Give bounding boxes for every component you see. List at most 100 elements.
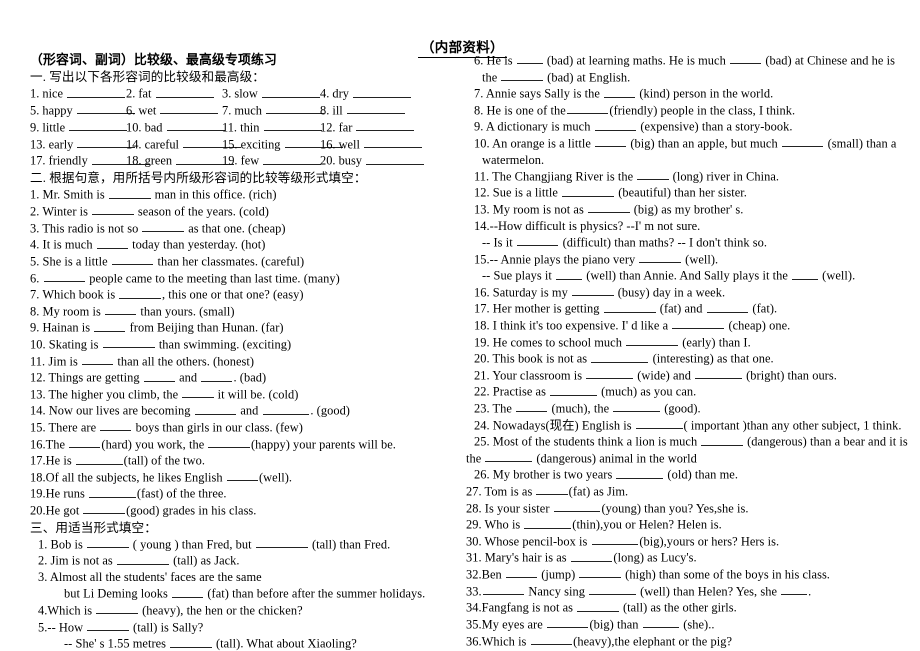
answer-blank[interactable]: [639, 251, 682, 263]
answer-blank[interactable]: [642, 616, 680, 629]
answer-blank[interactable]: [530, 633, 573, 645]
answer-blank[interactable]: [94, 319, 126, 332]
answer-blank[interactable]: [781, 583, 808, 596]
answer-blank[interactable]: [67, 85, 126, 98]
answer-blank[interactable]: [482, 583, 525, 596]
answer-blank[interactable]: [616, 466, 664, 479]
answer-blank[interactable]: [96, 602, 138, 615]
answer-blank[interactable]: [166, 119, 225, 132]
question-line: 11. The Changjiang River is the (long) r…: [474, 168, 780, 184]
answer-blank[interactable]: [562, 184, 615, 197]
answer-blank[interactable]: [570, 549, 613, 562]
answer-blank[interactable]: [116, 552, 169, 565]
answer-blank[interactable]: [516, 234, 559, 247]
answer-blank[interactable]: [346, 102, 405, 115]
answer-blank[interactable]: [226, 469, 258, 482]
answer-blank[interactable]: [591, 350, 649, 363]
answer-blank[interactable]: [143, 369, 175, 382]
answer-blank[interactable]: [255, 536, 308, 549]
word-item: 6. wet: [126, 102, 222, 119]
answer-blank[interactable]: [781, 135, 824, 148]
answer-blank[interactable]: [43, 270, 86, 282]
word-label: 4. dry: [320, 86, 353, 101]
answer-blank[interactable]: [586, 367, 634, 380]
answer-blank[interactable]: [524, 516, 572, 529]
answer-blank[interactable]: [69, 119, 128, 132]
answer-blank[interactable]: [82, 353, 114, 365]
question-line: 9. Hainan is from Beijing than Hunan. (f…: [30, 319, 284, 335]
answer-blank[interactable]: [160, 102, 219, 115]
answer-blank[interactable]: [516, 52, 543, 65]
answer-blank[interactable]: [505, 566, 538, 579]
question-line: -- Is it (difficult) than maths? -- I do…: [482, 234, 768, 250]
answer-blank[interactable]: [182, 386, 214, 399]
answer-blank[interactable]: [556, 267, 583, 280]
answer-blank[interactable]: [546, 616, 589, 629]
answer-blank[interactable]: [261, 85, 320, 98]
answer-blank[interactable]: [501, 69, 544, 82]
answer-blank[interactable]: [155, 85, 214, 98]
answer-blank[interactable]: [105, 303, 137, 316]
answer-blank[interactable]: [100, 419, 132, 432]
answer-blank[interactable]: [75, 452, 123, 465]
answer-blank[interactable]: [706, 300, 749, 313]
answer-blank[interactable]: [485, 450, 533, 463]
answer-blank[interactable]: [587, 201, 630, 214]
question-line: 32.Ben (jump) (high) than some of the bo…: [466, 566, 830, 582]
word-label: 11. thin: [222, 120, 263, 135]
answer-blank[interactable]: [263, 119, 322, 132]
word-row: 17. friendly 18. green 19. few 20. busy: [30, 152, 450, 169]
answer-blank[interactable]: [579, 566, 622, 579]
question-line: 34.Fangfang is not as (tall) as the othe…: [466, 599, 737, 615]
answer-blank[interactable]: [536, 483, 568, 496]
answer-blank[interactable]: [613, 400, 661, 413]
answer-blank[interactable]: [626, 334, 679, 346]
answer-blank[interactable]: [792, 267, 819, 280]
answer-blank[interactable]: [595, 135, 627, 148]
question-line: -- Sue plays it (well) than Annie. And S…: [482, 267, 856, 283]
answer-blank[interactable]: [266, 102, 325, 115]
answer-blank[interactable]: [353, 85, 412, 98]
answer-blank[interactable]: [571, 284, 614, 297]
answer-blank[interactable]: [701, 433, 743, 446]
answer-blank[interactable]: [170, 635, 212, 648]
answer-blank[interactable]: [87, 619, 129, 631]
answer-blank[interactable]: [108, 186, 151, 199]
answer-blank[interactable]: [604, 85, 636, 98]
answer-blank[interactable]: [635, 417, 683, 429]
answer-blank[interactable]: [672, 317, 725, 330]
answer-blank[interactable]: [208, 436, 250, 449]
answer-blank[interactable]: [594, 118, 637, 131]
answer-blank[interactable]: [553, 500, 601, 513]
answer-blank[interactable]: [89, 485, 136, 498]
answer-blank[interactable]: [263, 152, 322, 165]
answer-blank[interactable]: [262, 402, 310, 415]
answer-blank[interactable]: [516, 400, 548, 413]
answer-blank[interactable]: [201, 369, 233, 382]
answer-blank[interactable]: [695, 367, 742, 380]
answer-blank[interactable]: [591, 533, 639, 546]
answer-blank[interactable]: [87, 536, 129, 549]
answer-blank[interactable]: [194, 402, 237, 415]
answer-blank[interactable]: [566, 102, 609, 115]
answer-blank[interactable]: [577, 599, 619, 612]
answer-blank[interactable]: [366, 152, 425, 165]
word-item: 11. thin: [222, 119, 322, 136]
answer-blank[interactable]: [550, 383, 597, 396]
answer-blank[interactable]: [102, 336, 155, 349]
answer-blank[interactable]: [83, 502, 126, 515]
answer-blank[interactable]: [142, 220, 185, 233]
answer-blank[interactable]: [92, 203, 134, 216]
answer-blank[interactable]: [96, 236, 128, 249]
word-item: 20. busy: [320, 152, 450, 169]
answer-blank[interactable]: [589, 583, 636, 596]
answer-blank[interactable]: [637, 168, 669, 181]
answer-blank[interactable]: [730, 52, 762, 65]
answer-blank[interactable]: [172, 585, 204, 598]
answer-blank[interactable]: [356, 119, 415, 132]
answer-blank[interactable]: [603, 300, 656, 313]
answer-blank[interactable]: [364, 136, 423, 149]
answer-blank[interactable]: [119, 286, 161, 299]
answer-blank[interactable]: [111, 253, 154, 266]
answer-blank[interactable]: [69, 436, 101, 449]
